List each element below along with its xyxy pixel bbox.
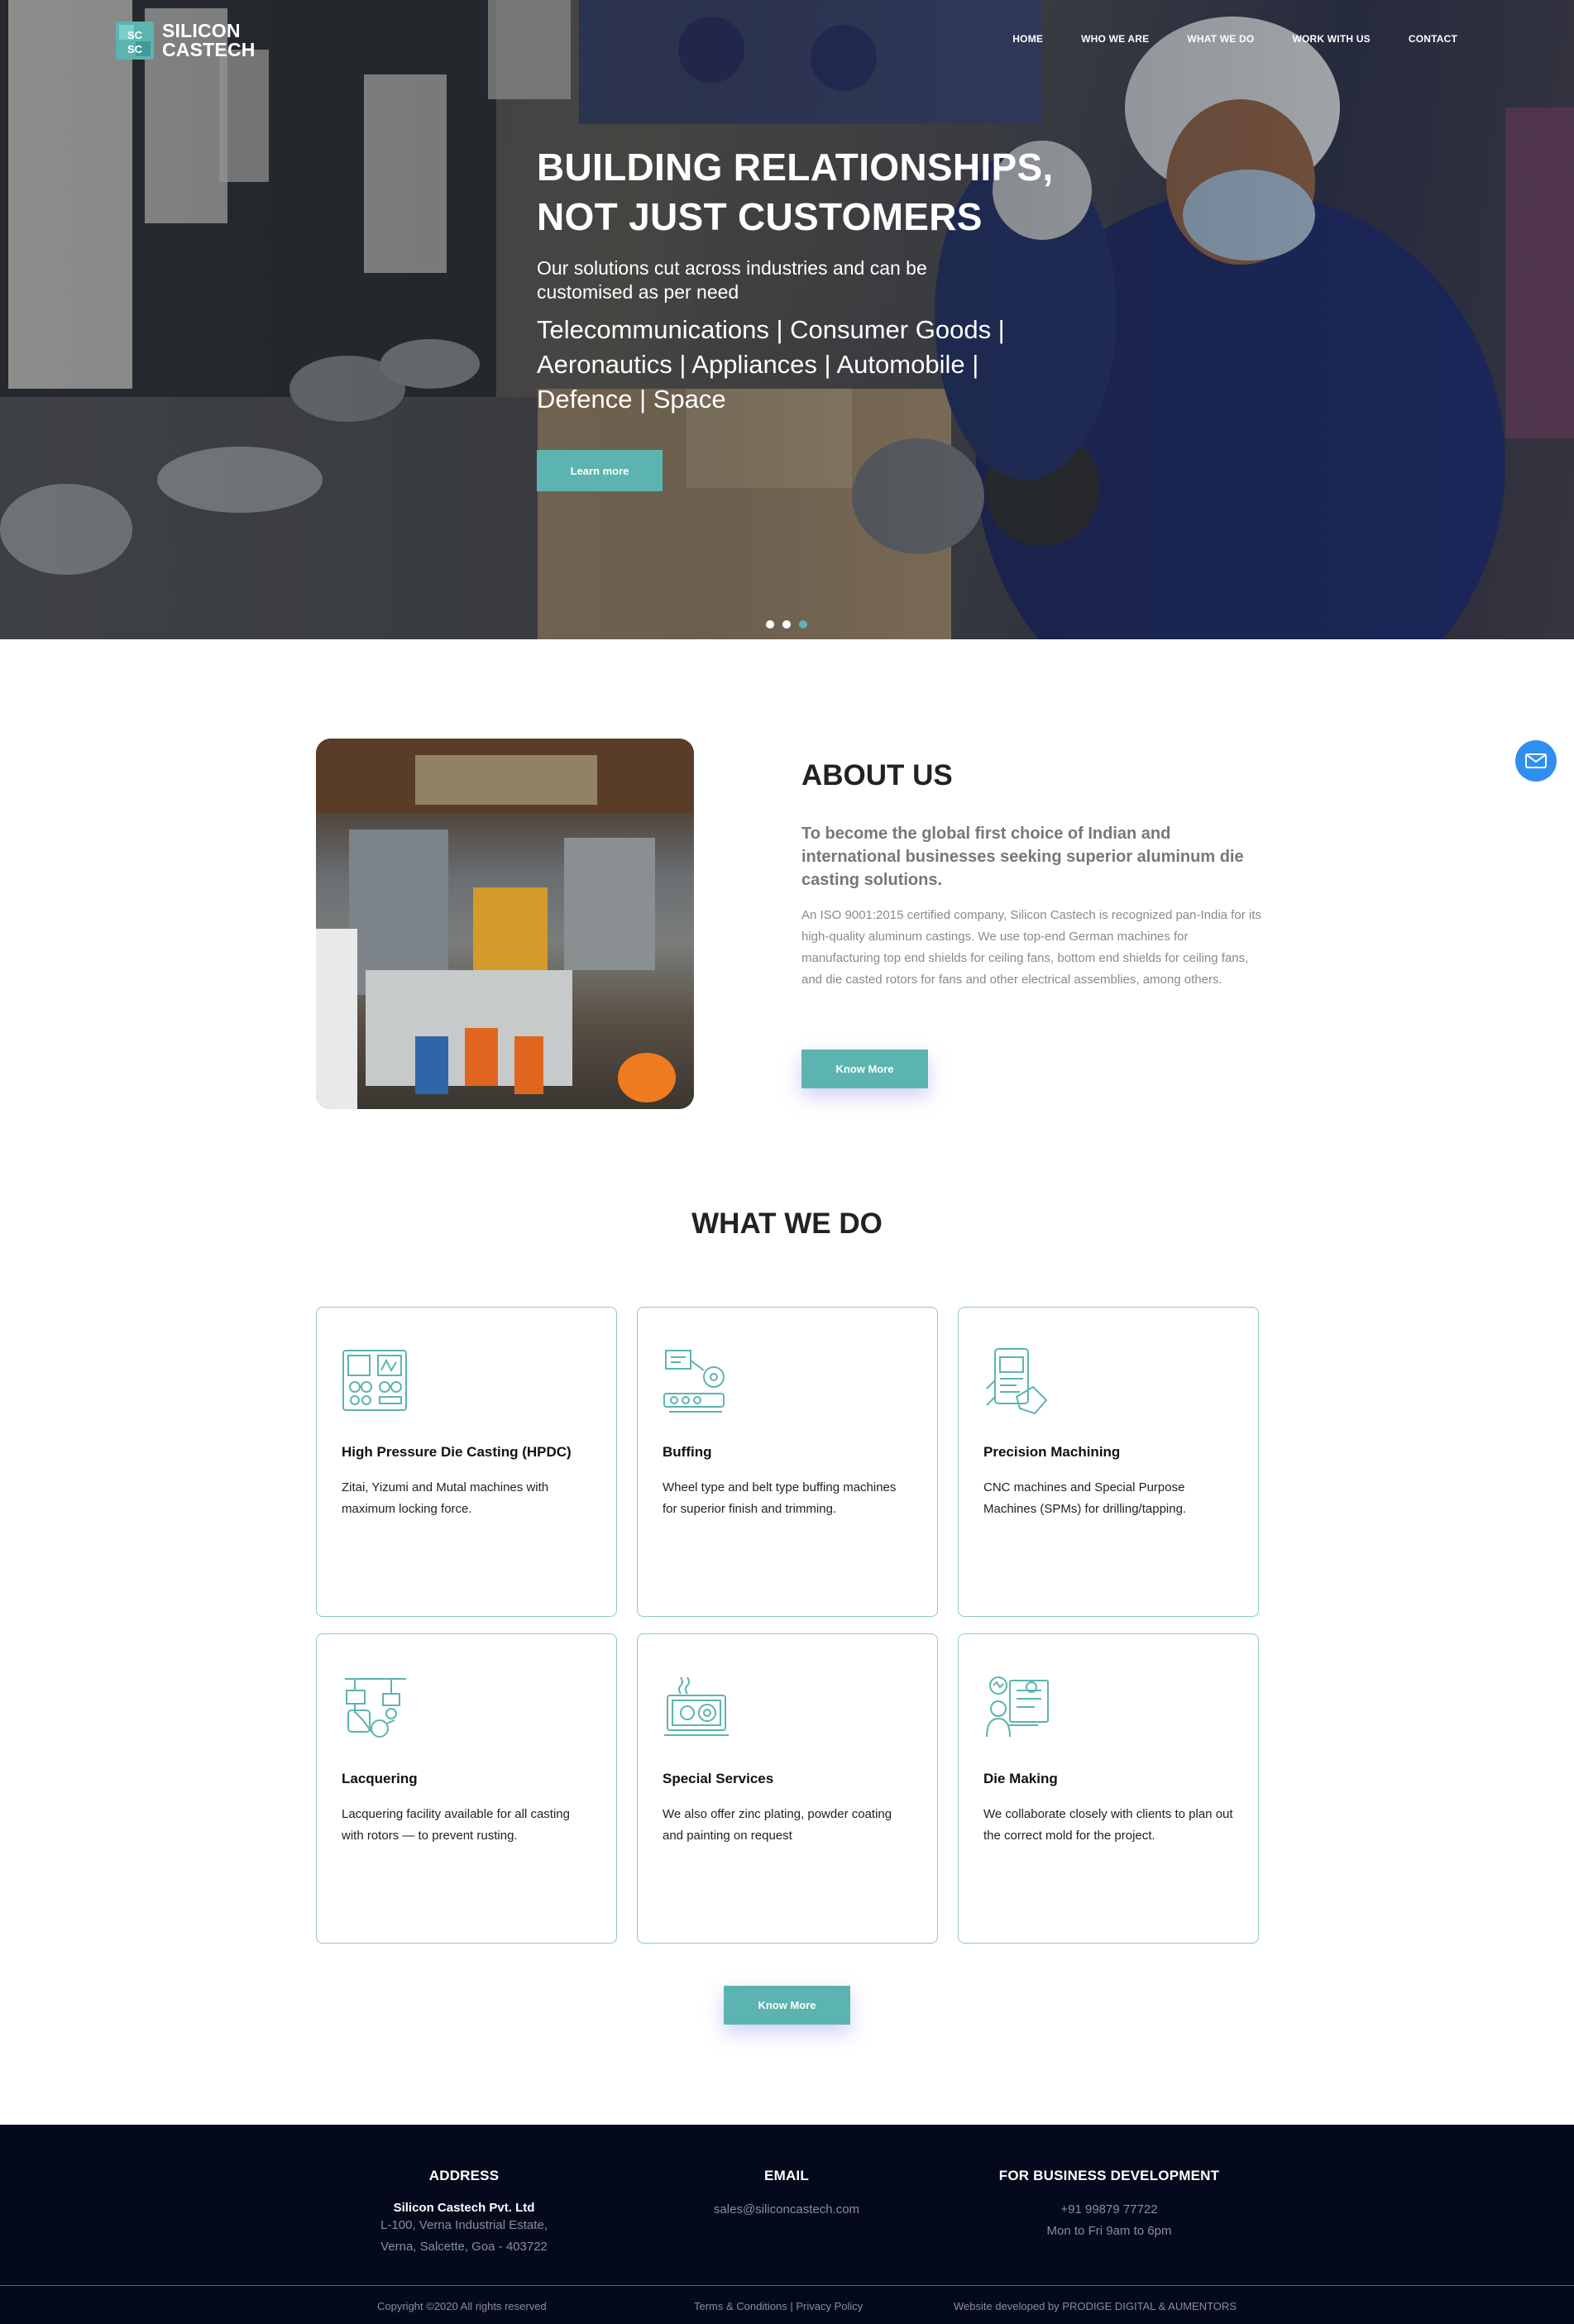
what-we-do-title: WHAT WE DO (691, 1207, 883, 1240)
about-tagline: To become the global first choice of Ind… (801, 825, 1244, 889)
service-card-special-services[interactable]: Special Services We also offer zinc plat… (637, 1633, 938, 1944)
logo-mark-icon: SC SC (116, 22, 154, 60)
footer-link-separator: | (790, 2300, 793, 2312)
service-title: Precision Machining (983, 1444, 1121, 1460)
carousel-dot-1[interactable] (766, 620, 774, 629)
footer-hours: Mon to Fri 9am to 6pm (1046, 2224, 1172, 2238)
logo-line-2: CASTECH (162, 39, 256, 60)
logo-line-1: SILICON (162, 20, 241, 41)
floating-mail-button[interactable] (1515, 740, 1557, 782)
svg-text:SC: SC (127, 43, 143, 55)
footer-legal-links: Terms & Conditions | Privacy Policy (694, 2300, 863, 2312)
service-title: Special Services (663, 1771, 774, 1786)
service-card-precision-machining[interactable]: Precision Machining CNC machines and Spe… (958, 1307, 1259, 1617)
spray-robot-icon (345, 1678, 406, 1738)
service-text: Zitai, Yizumi and Mutal machines with ma… (342, 1480, 549, 1516)
hero-title-line-1: BUILDING RELATIONSHIPS, (537, 146, 1054, 189)
service-card-hpdc[interactable]: High Pressure Die Casting (HPDC) Zitai, … (316, 1307, 617, 1617)
hero-content: BUILDING RELATIONSHIPS, NOT JUST CUSTOME… (537, 142, 1066, 417)
about-factory-image (316, 739, 694, 1109)
service-title: Buffing (663, 1444, 712, 1460)
buffing-machine-icon (663, 1350, 725, 1413)
engineer-plan-icon (986, 1676, 1049, 1738)
logo-text: SILICON CASTECH (162, 22, 256, 60)
main-nav: HOME WHO WE ARE WHAT WE DO WORK WITH US … (1012, 33, 1457, 45)
footer-phone[interactable]: +91 99879 77722 (985, 2199, 1233, 2221)
hero-banner: SC SC SILICON CASTECH HOME WHO WE ARE WH… (0, 0, 1574, 639)
footer-email-heading: EMAIL (764, 2168, 809, 2183)
footer-business: FOR BUSINESS DEVELOPMENT +91 99879 77722… (985, 2168, 1233, 2242)
about-title: ABOUT US (801, 759, 953, 791)
service-title: Lacquering (342, 1771, 418, 1786)
site-logo[interactable]: SC SC SILICON CASTECH (116, 22, 256, 60)
footer-email-link[interactable]: sales@siliconcastech.com (687, 2199, 886, 2221)
tablet-hand-icon (986, 1348, 1048, 1415)
footer-address-heading: ADDRESS (428, 2168, 500, 2183)
service-text: CNC machines and Special Purpose Machine… (983, 1480, 1187, 1516)
carousel-dot-3[interactable] (799, 620, 807, 629)
hero-title-line-2: NOT JUST CUSTOMERS (537, 195, 983, 238)
service-title: High Pressure Die Casting (HPDC) (342, 1444, 572, 1460)
hero-subtitle: Our solutions cut across industries and … (537, 257, 927, 303)
factory-photo (316, 739, 694, 1109)
footer-address: ADDRESS Silicon Castech Pvt. Ltd L-100, … (365, 2168, 563, 2258)
footer-credit: Website developed by PRODIGE DIGITAL & A… (954, 2300, 1237, 2312)
carousel-dots (766, 620, 807, 629)
site-footer: ADDRESS Silicon Castech Pvt. Ltd L-100, … (0, 2125, 1574, 2324)
service-text: Wheel type and belt type buffing machine… (663, 1480, 897, 1516)
footer-address-line-2: Verna, Salcette, Goa - 403722 (380, 2240, 548, 2254)
footer-email: EMAIL sales@siliconcastech.com (687, 2168, 886, 2221)
carousel-dot-2[interactable] (782, 620, 791, 629)
footer-divider (0, 2285, 1574, 2286)
learn-more-button[interactable]: Learn more (537, 450, 663, 491)
laptop-settings-icon (664, 1676, 729, 1736)
footer-company-name: Silicon Castech Pvt. Ltd (393, 2201, 535, 2215)
service-card-lacquering[interactable]: Lacquering Lacquering facility available… (316, 1633, 617, 1944)
nav-home[interactable]: HOME (1012, 33, 1043, 45)
services-grid: High Pressure Die Casting (HPDC) Zitai, … (316, 1307, 1259, 1944)
privacy-link[interactable]: Privacy Policy (796, 2300, 863, 2312)
service-text: We also offer zinc plating, powder coati… (663, 1807, 892, 1843)
nav-what-we-do[interactable]: WHAT WE DO (1187, 33, 1254, 45)
hero-title: BUILDING RELATIONSHIPS, NOT JUST CUSTOME… (537, 142, 1066, 241)
service-card-buffing[interactable]: Buffing Wheel type and belt type buffing… (637, 1307, 938, 1617)
service-title: Die Making (983, 1771, 1058, 1786)
nav-contact[interactable]: CONTACT (1409, 33, 1457, 45)
footer-business-heading: FOR BUSINESS DEVELOPMENT (998, 2168, 1220, 2183)
nav-work-with-us[interactable]: WORK WITH US (1292, 33, 1370, 45)
service-card-die-making[interactable]: Die Making We collaborate closely with c… (958, 1633, 1259, 1944)
about-body: An ISO 9001:2015 certified company, Sili… (801, 908, 1261, 987)
terms-link[interactable]: Terms & Conditions (694, 2300, 787, 2312)
control-panel-icon (342, 1350, 407, 1411)
service-text: Lacquering facility available for all ca… (342, 1807, 570, 1843)
hero-industries: Telecommunications | Consumer Goods | Ae… (537, 315, 1005, 414)
what-we-do-know-more-button[interactable]: Know More (724, 1986, 850, 2025)
service-text: We collaborate closely with clients to p… (983, 1807, 1233, 1843)
about-know-more-button[interactable]: Know More (801, 1050, 928, 1088)
nav-who-we-are[interactable]: WHO WE ARE (1081, 33, 1149, 45)
svg-text:SC: SC (127, 29, 143, 41)
footer-copyright: Copyright ©2020 All rights reserved (377, 2300, 547, 2312)
footer-address-line-1: L-100, Verna Industrial Estate, (380, 2218, 548, 2232)
mail-icon (1525, 753, 1547, 768)
